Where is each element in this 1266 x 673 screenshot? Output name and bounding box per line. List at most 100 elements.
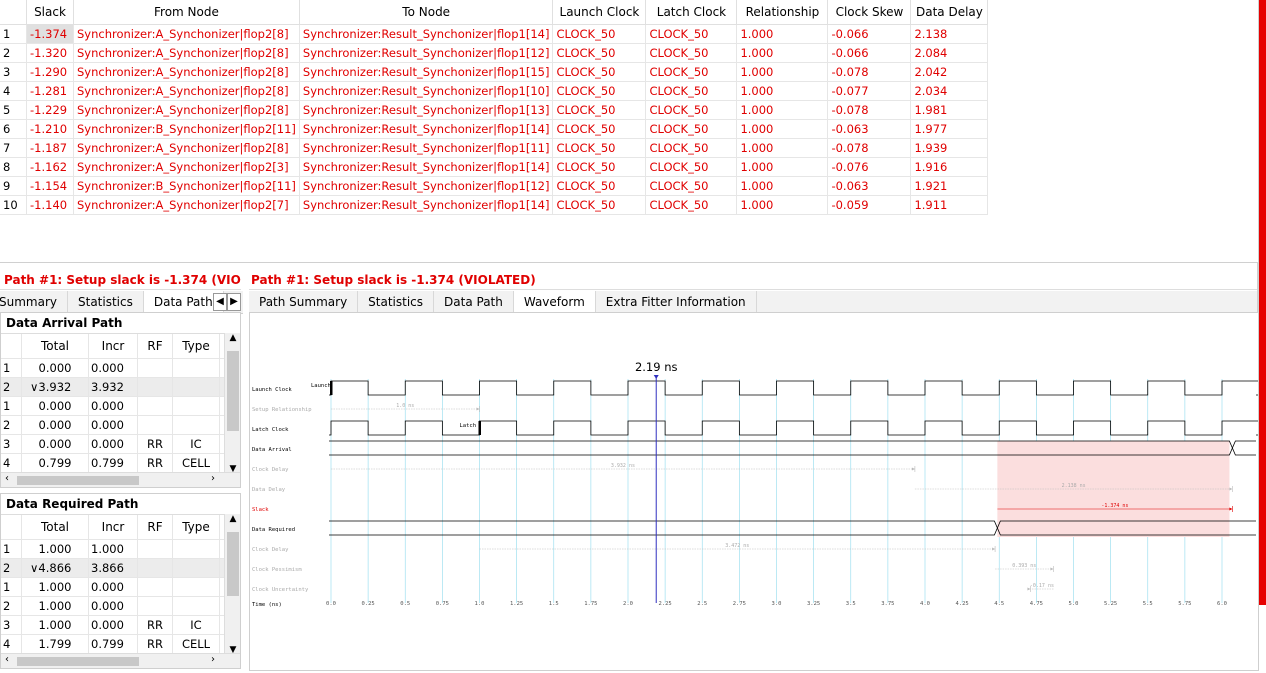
cell-delay[interactable]: 2.084	[910, 43, 989, 63]
cell-from[interactable]: Synchronizer:A_Synchonizer|flop2[8]	[73, 62, 300, 82]
cell-from[interactable]: Synchronizer:A_Synchonizer|flop2[3]	[73, 157, 300, 177]
cell-delay[interactable]: 1.981	[910, 100, 989, 120]
cell-latch[interactable]: CLOCK_50	[645, 157, 738, 177]
cell-launch[interactable]: CLOCK_50	[552, 62, 647, 82]
col-header-rf[interactable]: RF	[137, 515, 173, 540]
cell-rel[interactable]: 1.000	[736, 100, 829, 120]
table-row[interactable]: 21.0000.0001	[1, 596, 235, 616]
cell-from[interactable]: Synchronizer:A_Synchonizer|flop2[8]	[73, 24, 300, 44]
cell-from[interactable]: Synchronizer:A_Synchonizer|flop2[8]	[73, 81, 300, 101]
tab-waveform[interactable]: Waveform	[513, 291, 596, 313]
table-row[interactable]: 6 -1.210 Synchronizer:B_Synchonizer|flop2[…	[0, 119, 989, 139]
cell-skew[interactable]: -0.078	[827, 100, 912, 120]
cell-skew[interactable]: -0.059	[827, 195, 912, 215]
cell-slack[interactable]: -1.290	[26, 62, 74, 82]
table-row[interactable]: 4 -1.281 Synchronizer:A_Synchonizer|flop2[…	[0, 81, 989, 101]
cell-latch[interactable]: CLOCK_50	[645, 119, 738, 139]
table-row[interactable]: 8 -1.162 Synchronizer:A_Synchonizer|flop2[…	[0, 157, 989, 177]
col-header-type[interactable]: Type	[172, 515, 220, 540]
cell-to[interactable]: Synchronizer:Result_Synchonizer|flop1[10…	[299, 81, 554, 101]
col-header-relationship[interactable]: Relationship	[736, 0, 829, 25]
scroll-up-icon[interactable]: ▲	[225, 514, 240, 524]
table-row[interactable]: 2 -1.320 Synchronizer:A_Synchonizer|flop2[…	[0, 43, 989, 63]
table-row[interactable]: 9 -1.154 Synchronizer:B_Synchonizer|flop2[…	[0, 176, 989, 196]
cell-skew[interactable]: -0.078	[827, 62, 912, 82]
cell-skew[interactable]: -0.066	[827, 24, 912, 44]
scrollbar-thumb[interactable]	[17, 476, 139, 485]
cell-from[interactable]: Synchronizer:A_Synchonizer|flop2[8]	[73, 43, 300, 63]
table-row[interactable]: 1 0.000 0.000	[1, 396, 235, 416]
cell-to[interactable]: Synchronizer:Result_Synchonizer|flop1[15…	[299, 62, 554, 82]
col-header-clock-skew[interactable]: Clock Skew	[827, 0, 912, 25]
cell-skew[interactable]: -0.077	[827, 81, 912, 101]
vertical-scrollbar[interactable]: ▲ ▼	[224, 333, 240, 474]
cell-delay[interactable]: 1.939	[910, 138, 989, 158]
cell-rel[interactable]: 1.000	[736, 43, 829, 63]
waveform-canvas[interactable]: 0.0 0.25 0.5 0.75 1.0 1.25 1.5 1.75 2.0 2.25 2.5 2.…	[250, 313, 1266, 670]
cell-from[interactable]: Synchronizer:A_Synchonizer|flop2[7]	[73, 195, 300, 215]
vertical-scrollbar[interactable]: ▲ ▼	[224, 514, 240, 655]
cell-rel[interactable]: 1.000	[736, 62, 829, 82]
cell-latch[interactable]: CLOCK_50	[645, 195, 738, 215]
tab-extra-fitter-information[interactable]: Extra Fitter Information	[596, 291, 757, 313]
cell-launch[interactable]: CLOCK_50	[552, 138, 647, 158]
cell-slack[interactable]: -1.154	[26, 176, 74, 196]
table-row[interactable]: 2 ∨3.932 3.932	[1, 377, 235, 397]
cell-launch[interactable]: CLOCK_50	[552, 81, 647, 101]
cell-to[interactable]: Synchronizer:Result_Synchonizer|flop1[12…	[299, 43, 554, 63]
cell-launch[interactable]: CLOCK_50	[552, 119, 647, 139]
tab-scroll-left-button[interactable]: ◀	[213, 293, 227, 311]
cell-launch[interactable]: CLOCK_50	[552, 176, 647, 196]
cell-delay[interactable]: 2.034	[910, 81, 989, 101]
cell-slack[interactable]: -1.162	[26, 157, 74, 177]
cell-skew[interactable]: -0.063	[827, 119, 912, 139]
cell-skew[interactable]: -0.066	[827, 43, 912, 63]
cell-delay[interactable]: 1.916	[910, 157, 989, 177]
cell-delay[interactable]: 1.911	[910, 195, 989, 215]
cell-rel[interactable]: 1.000	[736, 157, 829, 177]
tab-data-path[interactable]: Data Path	[143, 291, 224, 313]
cell-latch[interactable]: CLOCK_50	[645, 138, 738, 158]
cell-latch[interactable]: CLOCK_50	[645, 24, 738, 44]
col-header-from-node[interactable]: From Node	[73, 0, 300, 25]
tab-statistics[interactable]: Statistics	[358, 291, 435, 313]
tab-summary[interactable]: Summary	[0, 291, 68, 313]
cell-to[interactable]: Synchronizer:Result_Synchonizer|flop1[14…	[299, 195, 554, 215]
cell-launch[interactable]: CLOCK_50	[552, 195, 647, 215]
cell-skew[interactable]: -0.063	[827, 176, 912, 196]
col-header-total[interactable]: Total	[21, 334, 89, 359]
cell-slack[interactable]: -1.320	[26, 43, 74, 63]
cell-slack[interactable]: -1.281	[26, 81, 74, 101]
col-header-data-delay[interactable]: Data Delay	[910, 0, 989, 25]
scrollbar-thumb[interactable]	[227, 351, 239, 431]
col-header-to-node[interactable]: To Node	[299, 0, 554, 25]
col-header-latch-clock[interactable]: Latch Clock	[645, 0, 738, 25]
cell-delay[interactable]: 2.042	[910, 62, 989, 82]
cell-to[interactable]: Synchronizer:Result_Synchonizer|flop1[11…	[299, 138, 554, 158]
cell-delay[interactable]: 2.138	[910, 24, 989, 44]
cell-skew[interactable]: -0.076	[827, 157, 912, 177]
scroll-up-icon[interactable]: ▲	[225, 333, 240, 343]
table-row[interactable]: 31.0000.000RRIC1	[1, 615, 235, 635]
scroll-right-icon[interactable]: ›	[211, 654, 215, 665]
cell-slack[interactable]: -1.187	[26, 138, 74, 158]
scroll-right-icon[interactable]: ›	[211, 473, 215, 484]
table-row[interactable]: 1 0.000 0.000	[1, 358, 235, 378]
cell-rel[interactable]: 1.000	[736, 81, 829, 101]
col-header-incr[interactable]: Incr	[88, 334, 138, 359]
cell-to[interactable]: Synchronizer:Result_Synchonizer|flop1[14…	[299, 119, 554, 139]
table-row[interactable]: 3 -1.290 Synchronizer:A_Synchonizer|flop2[…	[0, 62, 989, 82]
table-row[interactable]: 7 -1.187 Synchronizer:A_Synchonizer|flop2[…	[0, 138, 989, 158]
cell-latch[interactable]: CLOCK_50	[645, 81, 738, 101]
cell-rel[interactable]: 1.000	[736, 24, 829, 44]
table-row[interactable]: 20.0000.0001	[1, 415, 235, 435]
cell-latch[interactable]: CLOCK_50	[645, 100, 738, 120]
cell-slack[interactable]: -1.210	[26, 119, 74, 139]
table-row[interactable]: 5 -1.229 Synchronizer:A_Synchonizer|flop2[…	[0, 100, 989, 120]
scrollbar-thumb[interactable]	[17, 657, 139, 666]
horizontal-scrollbar[interactable]: ‹ ›	[1, 472, 240, 487]
scroll-left-icon[interactable]: ‹	[5, 473, 9, 484]
cell-to[interactable]: Synchronizer:Result_Synchonizer|flop1[14…	[299, 157, 554, 177]
cell-launch[interactable]: CLOCK_50	[552, 157, 647, 177]
cell-delay[interactable]: 1.977	[910, 119, 989, 139]
